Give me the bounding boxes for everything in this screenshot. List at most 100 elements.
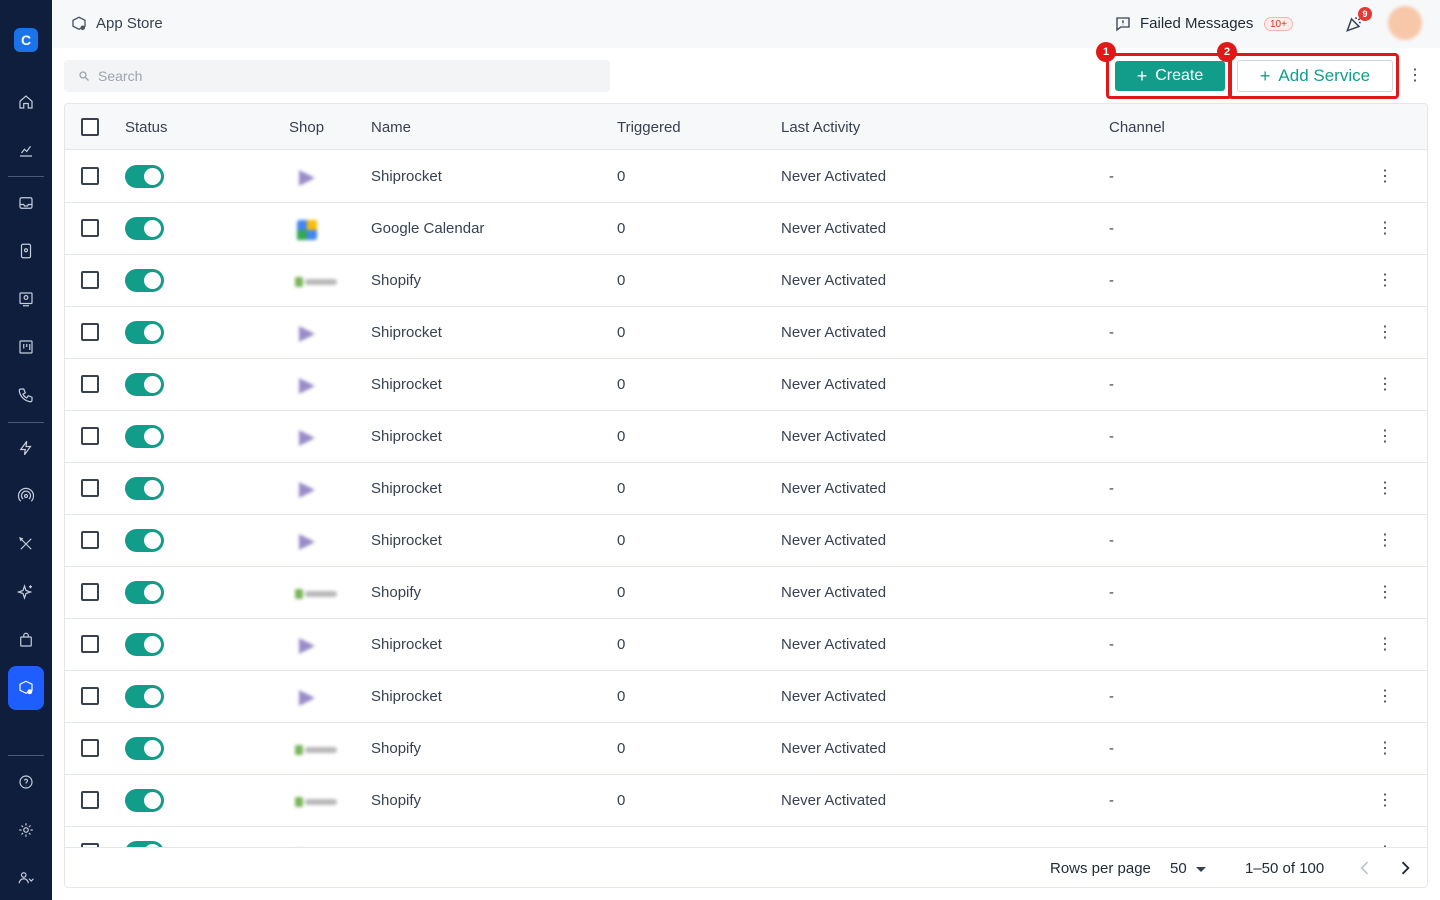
automation-icon[interactable] (16, 438, 36, 458)
table-row[interactable]: Shiprocket 0 Never Activated - ⋮ (65, 515, 1427, 567)
table-row[interactable]: ⋮ (65, 827, 1427, 847)
triggered-count: 0 (617, 532, 626, 549)
table-row[interactable]: Shopify 0 Never Activated - ⋮ (65, 723, 1427, 775)
highlight-box-add-service (1228, 53, 1399, 99)
row-checkbox[interactable] (81, 375, 99, 393)
phone-icon[interactable] (16, 385, 36, 405)
status-toggle[interactable] (125, 685, 164, 708)
team-icon[interactable] (16, 868, 36, 888)
shiprocket-logo (293, 531, 321, 558)
status-toggle[interactable] (125, 217, 164, 240)
table-row[interactable]: Shiprocket 0 Never Activated - ⋮ (65, 411, 1427, 463)
table-row[interactable]: Shopify 0 Never Activated - ⋮ (65, 567, 1427, 619)
rows-per-page-label: Rows per page (1050, 860, 1151, 877)
search-input[interactable] (98, 60, 598, 92)
row-checkbox[interactable] (81, 583, 99, 601)
table-row[interactable]: Shiprocket 0 Never Activated - ⋮ (65, 151, 1427, 203)
shiprocket-logo (293, 375, 321, 402)
failed-messages-link[interactable]: Failed Messages (1140, 15, 1253, 32)
last-activity: Never Activated (781, 636, 887, 653)
row-menu-icon[interactable]: ⋮ (1377, 479, 1393, 499)
table-row[interactable]: Shopify 0 Never Activated - ⋮ (65, 775, 1427, 827)
row-menu-icon[interactable]: ⋮ (1377, 427, 1393, 447)
help-icon[interactable] (16, 772, 36, 792)
chevron-down-icon[interactable] (1195, 866, 1207, 874)
row-menu-icon[interactable]: ⋮ (1377, 271, 1393, 291)
status-toggle[interactable] (125, 581, 164, 604)
brand-logo[interactable]: C (14, 28, 38, 52)
row-menu-icon[interactable]: ⋮ (1377, 375, 1393, 395)
contacts-icon[interactable] (16, 241, 36, 261)
row-menu-icon[interactable]: ⋮ (1377, 687, 1393, 707)
row-checkbox[interactable] (81, 323, 99, 341)
commerce-icon[interactable] (16, 630, 36, 650)
status-toggle[interactable] (125, 529, 164, 552)
channel: - (1109, 740, 1114, 757)
row-checkbox[interactable] (81, 635, 99, 653)
status-toggle[interactable] (125, 321, 164, 344)
shop-cell (279, 411, 361, 462)
table-row[interactable]: Shiprocket 0 Never Activated - ⋮ (65, 671, 1427, 723)
campaigns-icon[interactable] (16, 289, 36, 309)
home-icon[interactable] (16, 92, 36, 112)
row-checkbox[interactable] (81, 167, 99, 185)
table-row[interactable]: Shiprocket 0 Never Activated - ⋮ (65, 463, 1427, 515)
table-row[interactable]: Shopify 0 Never Activated - ⋮ (65, 255, 1427, 307)
table-row[interactable]: Google Calendar 0 Never Activated - ⋮ (65, 203, 1427, 255)
row-menu-icon[interactable]: ⋮ (1377, 219, 1393, 239)
row-menu-icon[interactable]: ⋮ (1377, 635, 1393, 655)
status-toggle[interactable] (125, 789, 164, 812)
status-toggle[interactable] (125, 373, 164, 396)
rows-per-page-select[interactable]: 50 (1170, 860, 1187, 877)
row-checkbox[interactable] (81, 427, 99, 445)
column-header-status[interactable]: Status (125, 119, 168, 136)
status-toggle[interactable] (125, 477, 164, 500)
chevron-right-icon[interactable] (1395, 858, 1415, 878)
column-header-channel[interactable]: Channel (1109, 119, 1165, 136)
status-toggle[interactable] (125, 425, 164, 448)
row-menu-icon[interactable]: ⋮ (1377, 531, 1393, 551)
row-menu-icon[interactable]: ⋮ (1377, 167, 1393, 187)
column-header-name[interactable]: Name (371, 119, 411, 136)
table-row[interactable]: Shiprocket 0 Never Activated - ⋮ (65, 359, 1427, 411)
chevron-left-icon[interactable] (1355, 858, 1375, 878)
service-name: Shiprocket (371, 688, 442, 705)
row-checkbox[interactable] (81, 739, 99, 757)
more-options-icon[interactable]: ⋮ (1407, 66, 1423, 86)
status-toggle[interactable] (125, 165, 164, 188)
column-header-triggered[interactable]: Triggered (617, 119, 681, 136)
analytics-icon[interactable] (16, 140, 36, 160)
status-toggle[interactable] (125, 269, 164, 292)
row-checkbox[interactable] (81, 687, 99, 705)
row-checkbox[interactable] (81, 219, 99, 237)
broadcast-icon[interactable] (16, 486, 36, 506)
row-checkbox[interactable] (81, 791, 99, 809)
table-header: Status Shop Name Triggered Last Activity… (65, 104, 1427, 150)
annotation-marker-1: 1 (1096, 42, 1116, 62)
board-icon[interactable] (16, 337, 36, 357)
row-checkbox[interactable] (81, 479, 99, 497)
row-menu-icon[interactable]: ⋮ (1377, 791, 1393, 811)
settings-icon[interactable] (16, 820, 36, 840)
inbox-icon[interactable] (16, 193, 36, 213)
status-toggle[interactable] (125, 633, 164, 656)
ai-icon[interactable] (16, 582, 36, 602)
channel: - (1109, 584, 1114, 601)
last-activity: Never Activated (781, 532, 887, 549)
table-row[interactable]: Shiprocket 0 Never Activated - ⋮ (65, 619, 1427, 671)
row-checkbox[interactable] (81, 531, 99, 549)
row-menu-icon[interactable]: ⋮ (1377, 323, 1393, 343)
row-checkbox[interactable] (81, 271, 99, 289)
triggered-count: 0 (617, 220, 626, 237)
table-row[interactable]: Shiprocket 0 Never Activated - ⋮ (65, 307, 1427, 359)
column-header-shop[interactable]: Shop (289, 119, 324, 136)
app-store-icon[interactable] (16, 678, 36, 698)
row-menu-icon[interactable]: ⋮ (1377, 739, 1393, 759)
message-alert-icon[interactable] (1114, 15, 1132, 33)
tools-icon[interactable] (16, 534, 36, 554)
row-menu-icon[interactable]: ⋮ (1377, 583, 1393, 603)
select-all-checkbox[interactable] (81, 118, 99, 136)
status-toggle[interactable] (125, 737, 164, 760)
column-header-last-activity[interactable]: Last Activity (781, 119, 860, 136)
avatar[interactable] (1388, 6, 1422, 40)
